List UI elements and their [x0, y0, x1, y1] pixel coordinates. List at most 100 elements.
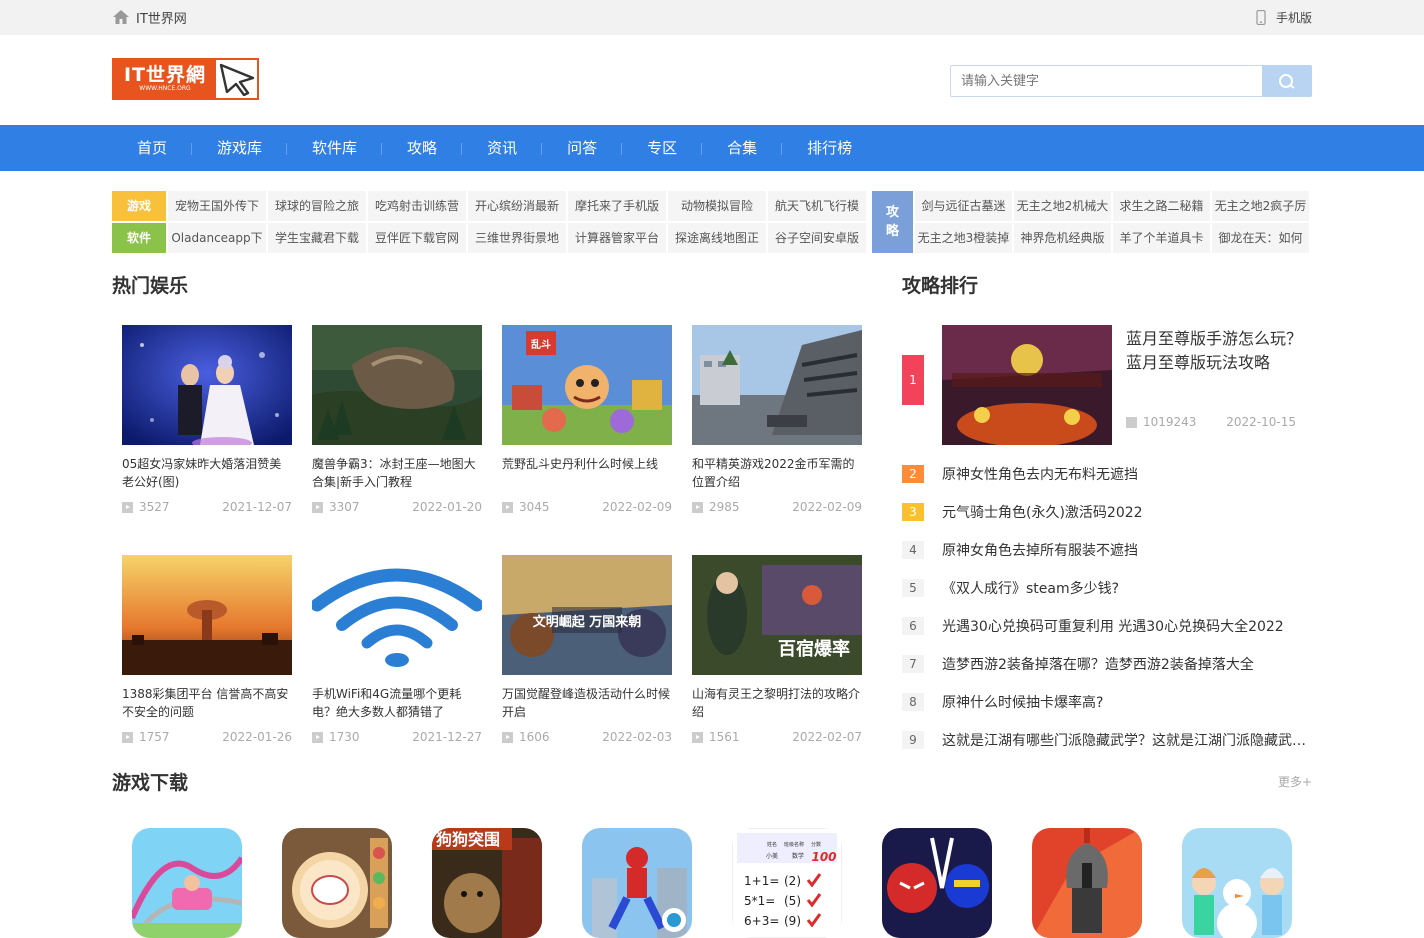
card-image-pubg — [692, 325, 862, 445]
card-title: 05超女冯家妹昨大婚落泪赞美老公好(图) — [122, 457, 282, 489]
news-card[interactable]: 和平精英游戏2022金币军需的位置介绍 2985 2022-02-09 — [692, 325, 862, 514]
software-tag[interactable]: 三维世界街景地 — [468, 223, 566, 253]
software-label[interactable]: 软件 — [112, 223, 166, 253]
card-date: 2022-02-07 — [792, 730, 862, 744]
rank-title: 原神女性角色去内无布料无遮挡 — [942, 467, 1138, 483]
rank-title: 光遇30心兑换码可重复利用 光遇30心兑换码大全2022 — [942, 619, 1284, 635]
home-icon — [113, 10, 129, 24]
guide-tag[interactable]: 御龙在天：如何 — [1212, 223, 1309, 253]
guide-tag[interactable]: 无主之地2机械大 — [1014, 191, 1111, 221]
more-link[interactable]: 更多+ — [1278, 773, 1312, 790]
app-stick-hero-icon[interactable] — [882, 828, 992, 938]
guide-label[interactable]: 攻 略 — [872, 191, 913, 253]
news-card[interactable]: 05超女冯家妹昨大婚落泪赞美老公好(图) 3527 2021-12-07 — [122, 325, 292, 514]
app-spiderman-icon[interactable] — [582, 828, 692, 938]
software-tag[interactable]: 谷子空间安卓版 — [768, 223, 866, 253]
card-image-sunset-city — [122, 555, 292, 675]
rank-item[interactable]: 7 造梦西游2装备掉落在哪？造梦西游2装备掉落大全 — [902, 645, 1312, 683]
rank-item[interactable]: 2 原神女性角色去内无布料无遮挡 — [902, 455, 1312, 493]
software-tag[interactable]: 学生宝藏君下载 — [268, 223, 366, 253]
card-title: 荒野乱斗史丹利什么时候上线 — [502, 457, 659, 471]
rank-number: 5 — [902, 579, 924, 597]
card-title: 万国觉醒登峰造极活动什么时候开启 — [502, 687, 671, 719]
guide-tag[interactable]: 无主之地3橙装掉 — [915, 223, 1012, 253]
search-input[interactable] — [950, 65, 1262, 97]
guide-tag[interactable]: 无主之地2疯子厉 — [1212, 191, 1309, 221]
view-count: 1561 — [692, 730, 740, 744]
rank-number: 4 — [902, 541, 924, 559]
rank-item[interactable]: 3 元气骑士角色(永久)激活码2022 — [902, 493, 1312, 531]
software-tag-row: 软件 Oladanceapp下 学生宝藏君下载 豆伴匠下载官网 三维世界街景地 … — [112, 223, 868, 253]
logo-text: IT世界網 — [123, 64, 207, 86]
site-name: IT世界网 — [136, 11, 187, 27]
rank-number: 1 — [902, 355, 924, 405]
app-dog-attack-icon[interactable]: 狗狗突围 — [432, 828, 542, 938]
news-card[interactable]: 文明崛起 万国来朝 万国觉醒登峰造极活动什么时候开启 1606 2022-02-0… — [502, 555, 672, 744]
nav-news[interactable]: 资讯 — [462, 125, 543, 171]
view-count: 1606 — [502, 730, 550, 744]
app-snow-princess-icon[interactable] — [1182, 828, 1292, 938]
game-tag[interactable]: 航天飞机飞行模 — [768, 191, 866, 221]
rank-item[interactable]: 8 原神什么时候抽卡爆率高? — [902, 683, 1312, 721]
game-tag[interactable]: 动物模拟冒险 — [668, 191, 766, 221]
search-button[interactable] — [1262, 65, 1312, 97]
view-count: 2985 — [692, 500, 740, 514]
game-tag[interactable]: 开心缤纷消最新 — [468, 191, 566, 221]
hot-section-title: 热门娱乐 — [112, 275, 189, 297]
rank-top-image — [942, 325, 1112, 445]
rank-item[interactable]: 4 原神女角色去掉所有服装不遮挡 — [902, 531, 1312, 569]
rank-item[interactable]: 6 光遇30心兑换码可重复利用 光遇30心兑换码大全2022 — [902, 607, 1312, 645]
news-card[interactable]: 1388彩集团平台 信誉高不高安不安全的问题 1757 2022-01-26 — [122, 555, 292, 744]
math-line-text: 1+1= — [744, 874, 779, 888]
game-tag[interactable]: 宠物王国外传下 — [168, 191, 266, 221]
view-count: 3307 — [312, 500, 360, 514]
nav-rankings[interactable]: 排行榜 — [782, 125, 877, 171]
nav-qa[interactable]: 问答 — [542, 125, 623, 171]
nav-software[interactable]: 软件库 — [287, 125, 383, 171]
game-tag[interactable]: 摩托来了手机版 — [568, 191, 666, 221]
app-kitty-cooking-icon[interactable] — [282, 828, 392, 938]
guide-tag[interactable]: 神界危机经典版 — [1014, 223, 1111, 253]
news-card[interactable]: 乱斗 荒野乱斗史丹利什么时候上线 3045 2022-02-09 — [502, 325, 672, 514]
news-card[interactable]: 魔兽争霸3：冰封王座—地图大合集|新手入门教程 3307 2022-01-20 — [312, 325, 482, 514]
software-tag[interactable]: Oladanceapp下 — [168, 223, 266, 253]
logo-subtext: WWW.HNCE.ORG — [139, 85, 191, 92]
card-date: 2022-01-20 — [412, 500, 482, 514]
software-tag[interactable]: 豆伴匠下载官网 — [368, 223, 466, 253]
rank-section-title: 攻略排行 — [902, 275, 979, 297]
nav-guides[interactable]: 攻略 — [382, 125, 463, 171]
game-tag[interactable]: 球球的冒险之旅 — [268, 191, 366, 221]
game-tag[interactable]: 吃鸡射击训练营 — [368, 191, 466, 221]
app-math-quiz-icon[interactable]: 姓名 班级名称 分数 小美 数学 100 1+1= (2) 5*1= (5) 6+3= (9) — [732, 828, 842, 938]
play-icon — [1126, 416, 1137, 428]
math-answer-text: (5) — [784, 894, 801, 908]
nav-home[interactable]: 首页 — [112, 125, 193, 171]
rank-item[interactable]: 9 这就是江湖有哪些门派隐藏武学？这就是江湖门派隐藏武学一览 — [902, 721, 1312, 759]
dog-attack-title: 狗狗突围 — [436, 830, 500, 849]
software-tag[interactable]: 计算器管家平台 — [568, 223, 666, 253]
mobile-version-link[interactable]: 手机版 — [1256, 9, 1312, 26]
guide-tag[interactable]: 剑与远征古墓迷 — [915, 191, 1012, 221]
nav-topics[interactable]: 专区 — [622, 125, 703, 171]
app-spartan-icon[interactable] — [1032, 828, 1142, 938]
news-card[interactable]: 百宿爆率 山海有灵王之黎明打法的攻略介绍 1561 2022-02-07 — [692, 555, 862, 744]
games-tag-row: 游戏 宠物王国外传下 球球的冒险之旅 吃鸡射击训练营 开心缤纷消最新 摩托来了手… — [112, 191, 868, 221]
card-date: 2022-02-09 — [792, 500, 862, 514]
games-label[interactable]: 游戏 — [112, 191, 166, 221]
rank-item[interactable]: 5 《双人成行》steam多少钱? — [902, 569, 1312, 607]
nav-games[interactable]: 游戏库 — [192, 125, 288, 171]
search-icon — [1279, 74, 1295, 89]
app-coaster-icon[interactable] — [132, 828, 242, 938]
nav-collections[interactable]: 合集 — [702, 125, 783, 171]
rank-top-item[interactable]: 1 蓝月至尊版手游怎么玩？蓝月至尊版玩法攻略 1019243 2022-10-15 — [902, 325, 1312, 445]
math-line-text: 6+3= — [744, 914, 779, 928]
guide-tag[interactable]: 羊了个羊道具卡 — [1113, 223, 1210, 253]
home-link[interactable]: IT世界网 — [112, 8, 187, 27]
guide-tag[interactable]: 求生之路二秘籍 — [1113, 191, 1210, 221]
view-count: 3045 — [502, 500, 550, 514]
site-logo[interactable]: IT世界網 WWW.HNCE.ORG — [112, 58, 259, 100]
guide-label-char: 攻 — [885, 205, 899, 220]
news-card[interactable]: 手机WiFi和4G流量哪个更耗电？绝大多数人都猜错了 1730 2021-12-2… — [312, 555, 482, 744]
top-bar: IT世界网 手机版 — [0, 0, 1424, 35]
software-tag[interactable]: 探途离线地图正 — [668, 223, 766, 253]
